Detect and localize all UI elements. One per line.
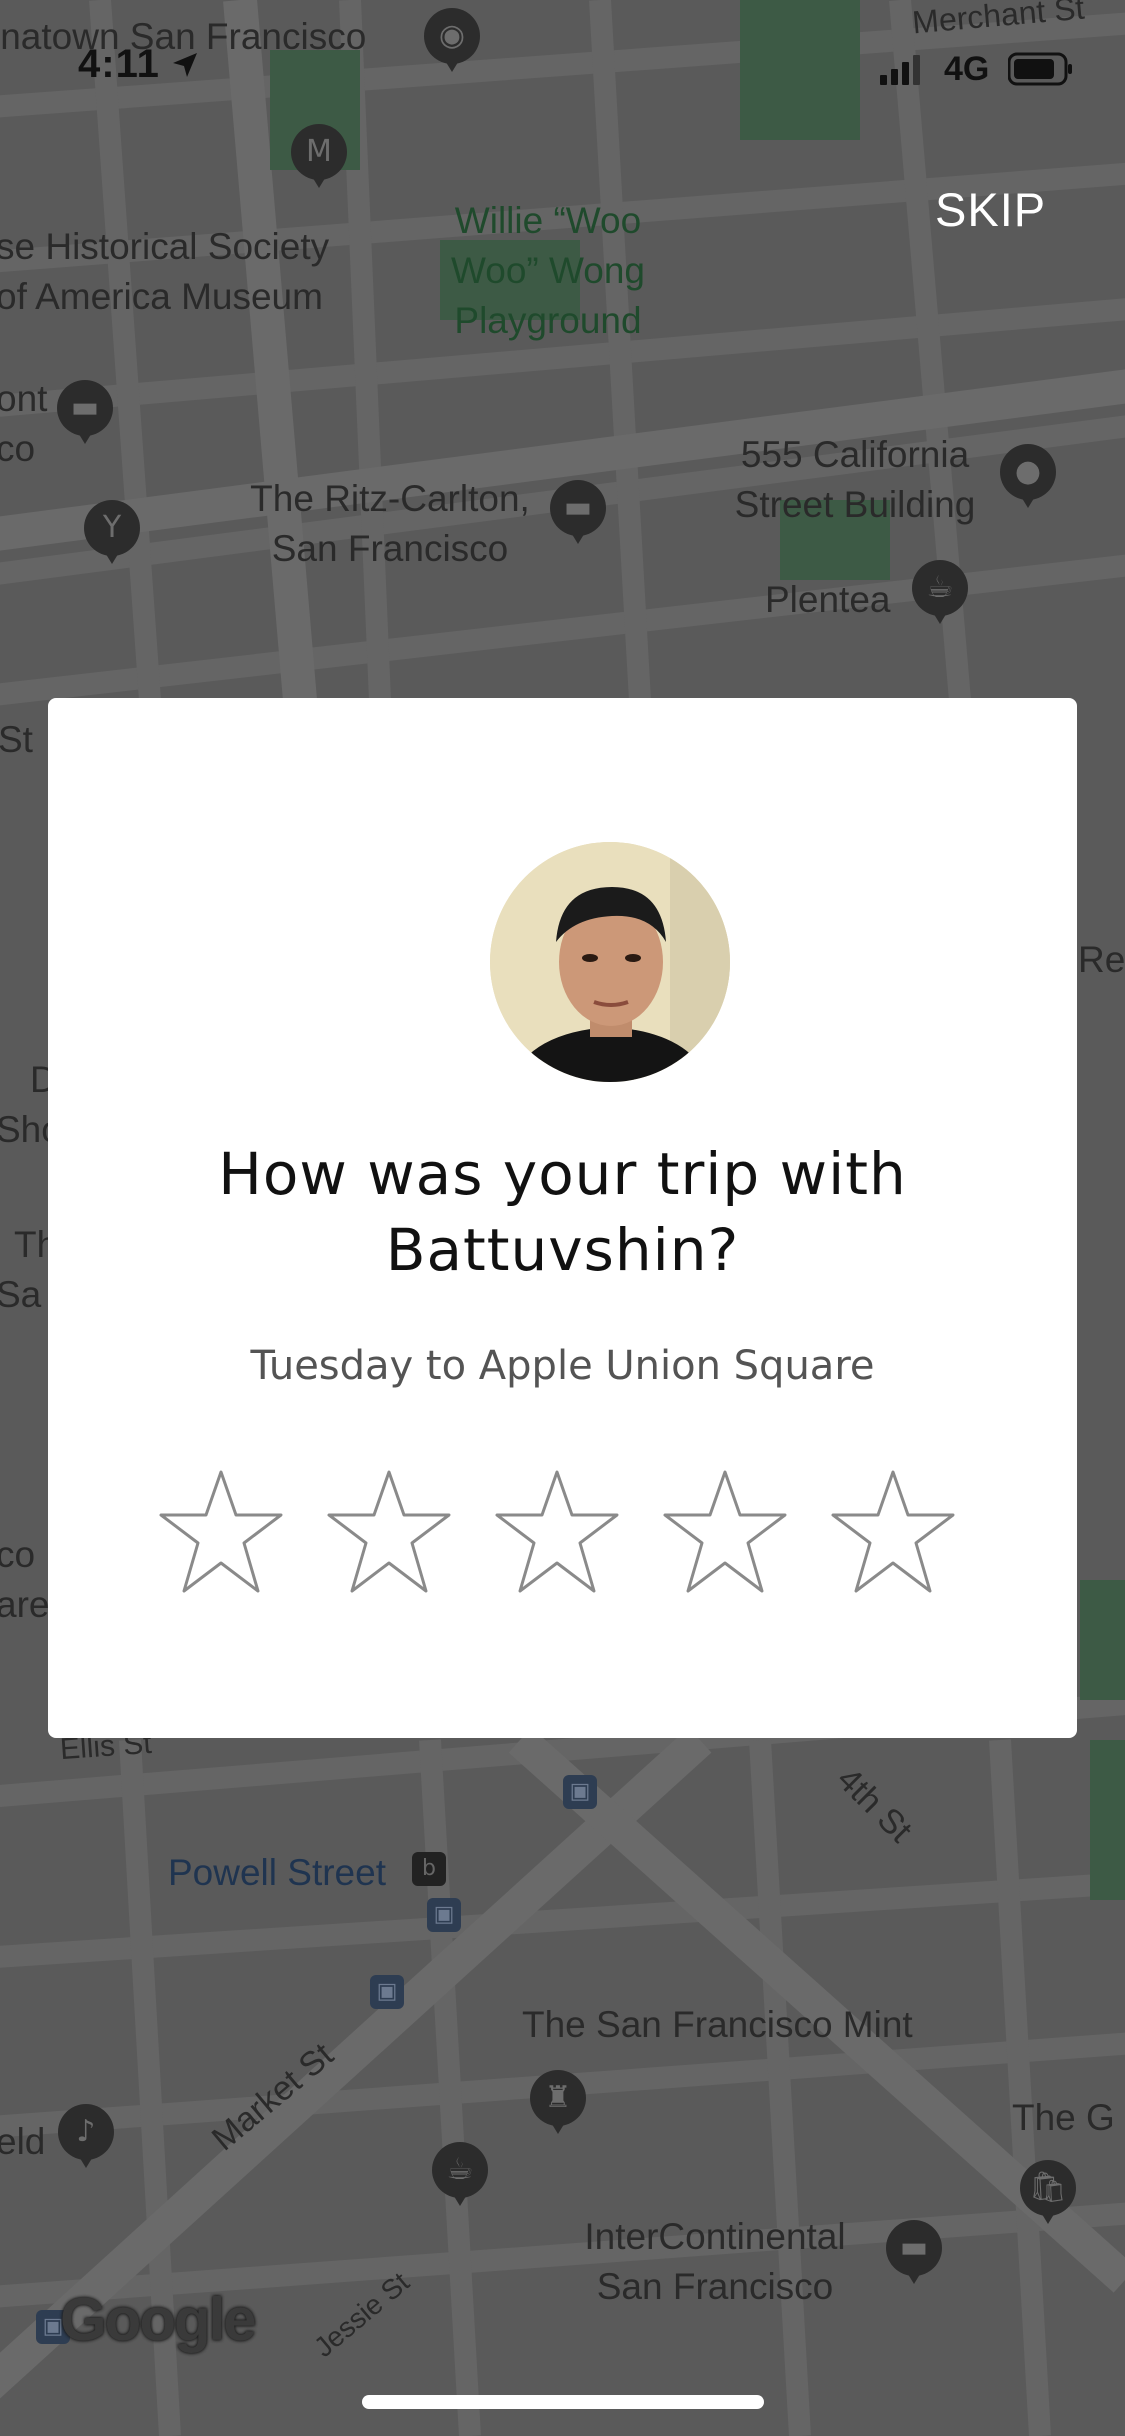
skip-button[interactable]: SKIP bbox=[925, 170, 1056, 250]
map-label-eld: eld bbox=[0, 2121, 46, 2162]
map-label-intercontinental-1: InterContinental bbox=[584, 2216, 846, 2257]
map-label-ritz-carlton-1: The Ritz-Carlton, bbox=[250, 478, 530, 519]
hotel-pin-icon[interactable]: ▬ bbox=[57, 380, 113, 444]
cellular-signal-icon bbox=[880, 55, 920, 85]
star-3-button[interactable] bbox=[492, 1468, 622, 1598]
map-label-sf-mint: The San Francisco Mint bbox=[522, 2004, 913, 2045]
star-2-button[interactable] bbox=[324, 1468, 454, 1598]
star-4-button[interactable] bbox=[660, 1468, 790, 1598]
map-label-co-2: co bbox=[0, 1534, 36, 1575]
google-attribution-logo: Google bbox=[60, 2286, 257, 2353]
location-pin-icon[interactable]: ● bbox=[1000, 444, 1056, 508]
rating-question-line-2: Battuvshin? bbox=[385, 1216, 740, 1284]
map-label-historical-museum: of America Museum bbox=[0, 276, 323, 317]
map-label-plentea: Plentea bbox=[765, 579, 891, 620]
museum-pin-icon[interactable]: M bbox=[291, 124, 347, 188]
star-5-button[interactable] bbox=[828, 1468, 958, 1598]
map-label-555-california-1: 555 California bbox=[740, 434, 970, 475]
cafe-pin-icon[interactable]: ☕ bbox=[912, 560, 968, 624]
network-type: 4G bbox=[944, 50, 990, 88]
map-label-555-california-2: Street Building bbox=[734, 484, 976, 525]
map-label-ont: ont bbox=[0, 378, 48, 419]
rating-dialog: How was your trip with Battuvshin? Tuesd… bbox=[48, 698, 1077, 1738]
map-label-sa: Sa bbox=[0, 1274, 42, 1315]
map-label-powell-street: Powell Street bbox=[168, 1852, 386, 1893]
cafe-pin-icon[interactable]: ☕ bbox=[432, 2142, 488, 2206]
driver-avatar bbox=[490, 842, 730, 1082]
map-label-intercontinental-2: San Francisco bbox=[596, 2266, 834, 2307]
home-indicator[interactable] bbox=[362, 2395, 764, 2409]
map-label-are: are bbox=[0, 1584, 50, 1625]
map-label-ritz-carlton-2: San Francisco bbox=[271, 528, 509, 569]
tram-stop-icon[interactable]: ▣ bbox=[563, 1775, 597, 1809]
location-arrow-icon bbox=[173, 53, 197, 77]
map-label-the-g: The G bbox=[1012, 2097, 1115, 2138]
tram-stop-icon[interactable]: ▣ bbox=[427, 1898, 461, 1932]
battery-icon bbox=[1008, 52, 1072, 86]
hotel-pin-icon[interactable]: ▬ bbox=[886, 2220, 942, 2284]
star-outline-icon bbox=[663, 1470, 787, 1593]
music-pin-icon[interactable]: ♪ bbox=[58, 2104, 114, 2168]
landmark-pin-icon[interactable]: ♜ bbox=[530, 2070, 586, 2134]
trip-summary: Tuesday to Apple Union Square bbox=[250, 1343, 875, 1389]
map-label-willie-3: Playground bbox=[454, 300, 642, 341]
star-outline-icon bbox=[495, 1470, 619, 1593]
hotel-pin-icon[interactable]: ▬ bbox=[550, 480, 606, 544]
tram-stop-icon[interactable]: ▣ bbox=[370, 1975, 404, 2009]
rating-question-line-1: How was your trip with bbox=[218, 1140, 907, 1208]
status-time: 4:11 bbox=[78, 42, 160, 86]
shopping-pin-icon[interactable]: 🛍 bbox=[1020, 2160, 1076, 2224]
star-outline-icon bbox=[159, 1470, 283, 1593]
map-label-co: co bbox=[0, 428, 36, 469]
star-outline-icon bbox=[831, 1470, 955, 1593]
rating-question: How was your trip with Battuvshin? bbox=[48, 1136, 1077, 1288]
star-1-button[interactable] bbox=[156, 1468, 286, 1598]
map-label-historical-society: se Historical Society bbox=[0, 226, 330, 267]
star-rating bbox=[156, 1468, 972, 1598]
bart-station-icon[interactable]: b bbox=[412, 1852, 446, 1886]
map-label-willie-1: Willie “Woo bbox=[454, 200, 642, 241]
star-outline-icon bbox=[327, 1470, 451, 1593]
map-label-willie-2: Woo” Wong bbox=[451, 250, 645, 291]
status-bar: 4:11 4G bbox=[0, 0, 1125, 130]
map-label-st: St bbox=[0, 719, 33, 760]
bar-pin-icon[interactable]: Y bbox=[84, 500, 140, 564]
map-label-re: Re bbox=[1078, 939, 1125, 980]
